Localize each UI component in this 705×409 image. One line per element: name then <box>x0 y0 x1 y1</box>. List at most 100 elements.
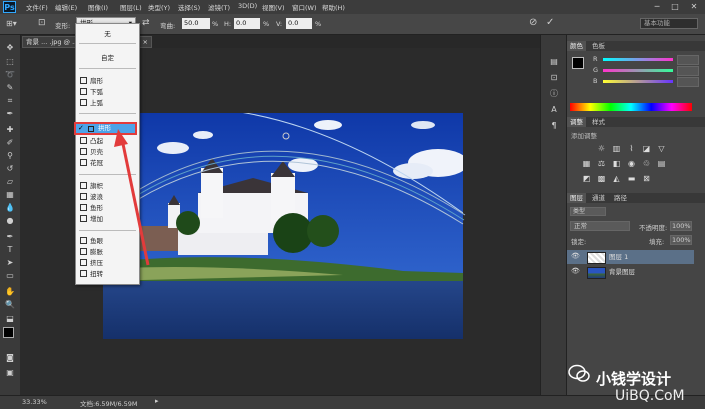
foreground-color-swatch[interactable] <box>3 327 14 338</box>
color-spectrum-ramp[interactable] <box>570 103 692 111</box>
posterize-icon[interactable]: ▩ <box>597 174 606 183</box>
eye-icon[interactable]: 👁 <box>571 267 580 276</box>
healing-tool-icon[interactable]: ✚ <box>4 125 16 135</box>
close-document-icon[interactable]: × <box>143 37 148 48</box>
menu-file[interactable]: 文件(F) <box>26 2 48 12</box>
menu-help[interactable]: 帮助(H) <box>322 2 345 12</box>
tool-preset-icon[interactable]: ⊞▾ <box>6 19 17 28</box>
color-foreground-swatch[interactable] <box>572 57 584 69</box>
dodge-tool-icon[interactable]: ● <box>4 216 16 226</box>
layer-row-background[interactable]: 👁 背景图层 <box>567 265 694 279</box>
menu-filter[interactable]: 滤镜(T) <box>208 2 230 12</box>
h-distortion-input[interactable]: 0.0 <box>234 18 260 29</box>
menu-view[interactable]: 视图(V) <box>262 2 285 12</box>
photo-filter-icon[interactable]: ◉ <box>627 159 636 168</box>
tab-layers[interactable]: 图层 <box>567 193 586 203</box>
status-menu-arrow-icon[interactable]: ▸ <box>155 397 159 405</box>
green-slider[interactable] <box>603 69 673 72</box>
menu-window[interactable]: 窗口(W) <box>292 2 317 12</box>
properties-panel-icon[interactable]: ⊡ <box>548 73 560 83</box>
eye-icon[interactable]: 👁 <box>571 252 580 261</box>
invert-icon[interactable]: ◩ <box>582 174 591 183</box>
menu-image[interactable]: 图像(I) <box>88 2 108 12</box>
character-panel-icon[interactable]: A <box>548 105 560 115</box>
menu-layer[interactable]: 图层(L) <box>120 2 142 12</box>
lasso-tool-icon[interactable]: ➰ <box>4 70 16 80</box>
history-panel-icon[interactable]: ▤ <box>548 57 560 67</box>
v-distortion-input[interactable]: 0.0 <box>286 18 312 29</box>
marquee-tool-icon[interactable]: ⬚ <box>4 57 16 67</box>
gradient-map-icon[interactable]: ▬ <box>627 174 636 183</box>
gradient-tool-icon[interactable]: ▦ <box>4 190 16 200</box>
exposure-icon[interactable]: ◪ <box>642 144 651 153</box>
black-white-icon[interactable]: ◧ <box>612 159 621 168</box>
green-value-input[interactable] <box>677 66 699 76</box>
paragraph-panel-icon[interactable]: ¶ <box>548 121 560 131</box>
move-tool-icon[interactable]: ✥ <box>4 43 16 53</box>
tab-paths[interactable]: 路径 <box>611 193 630 203</box>
menu-edit[interactable]: 编辑(E) <box>55 2 77 12</box>
zoom-tool-icon[interactable]: 🔍 <box>4 300 16 310</box>
h-percent: % <box>263 20 270 28</box>
tab-styles[interactable]: 样式 <box>589 117 608 127</box>
red-value-input[interactable] <box>677 55 699 65</box>
commit-transform-icon[interactable]: ✓ <box>546 17 554 28</box>
vibrance-icon[interactable]: ▽ <box>657 144 666 153</box>
fill-input[interactable]: 100% <box>670 235 692 245</box>
warp-option-arc-upper[interactable]: 上弧 <box>80 98 135 108</box>
warp-option-custom[interactable]: 自定 <box>80 53 135 63</box>
menu-select[interactable]: 选择(S) <box>178 2 200 12</box>
opacity-input[interactable]: 100% <box>670 221 692 231</box>
maximize-icon[interactable]: □ <box>669 2 681 12</box>
quick-select-tool-icon[interactable]: ✎ <box>4 83 16 93</box>
red-slider[interactable] <box>603 58 673 61</box>
hue-saturation-icon[interactable]: ▦ <box>582 159 591 168</box>
eraser-tool-icon[interactable]: ▱ <box>4 177 16 187</box>
channel-mixer-icon[interactable]: ♲ <box>642 159 651 168</box>
brush-tool-icon[interactable]: ✐ <box>4 138 16 148</box>
color-balance-icon[interactable]: ⚖ <box>597 159 606 168</box>
blur-tool-icon[interactable]: 💧 <box>4 203 16 213</box>
color-lookup-icon[interactable]: ▤ <box>657 159 666 168</box>
warp-mode-icon[interactable]: ⊡ <box>38 18 46 28</box>
change-orientation-icon[interactable]: ⇄ <box>142 18 150 28</box>
pen-tool-icon[interactable]: ✒ <box>4 232 16 242</box>
crop-tool-icon[interactable]: ⌗ <box>4 96 16 106</box>
warp-option-none[interactable]: 无 <box>80 29 135 39</box>
warp-option-arc[interactable]: 扇形 <box>80 76 135 86</box>
warp-option-arc-lower[interactable]: 下弧 <box>80 87 135 97</box>
screen-mode-icon[interactable]: ▣ <box>4 368 16 378</box>
path-select-icon[interactable]: ➤ <box>4 258 16 268</box>
blue-slider[interactable] <box>603 80 673 83</box>
tab-channels[interactable]: 通道 <box>589 193 608 203</box>
shape-tool-icon[interactable]: ▭ <box>4 271 16 281</box>
layer-filter-select[interactable]: 类型 <box>570 207 606 216</box>
menu-type[interactable]: 类型(Y) <box>148 2 170 12</box>
stamp-tool-icon[interactable]: ⚲ <box>4 151 16 161</box>
hand-tool-icon[interactable]: ✋ <box>4 287 16 297</box>
tab-swatches[interactable]: 色板 <box>589 41 608 51</box>
brightness-icon[interactable]: ☼ <box>597 144 606 153</box>
info-panel-icon[interactable]: ⓘ <box>548 89 560 99</box>
quick-mask-icon[interactable]: ◙ <box>4 353 16 363</box>
layer-row-layer1[interactable]: 👁 图层 1 <box>567 250 694 264</box>
default-colors-icon[interactable]: ⬓ <box>4 314 16 324</box>
tab-color[interactable]: 颜色 <box>567 41 586 51</box>
selective-color-icon[interactable]: ⊠ <box>642 174 651 183</box>
eyedropper-tool-icon[interactable]: ✒ <box>4 109 16 119</box>
minimize-icon[interactable]: ─ <box>651 2 663 12</box>
levels-icon[interactable]: ▥ <box>612 144 621 153</box>
close-icon[interactable]: ✕ <box>688 2 700 12</box>
blue-value-input[interactable] <box>677 77 699 87</box>
curves-icon[interactable]: ⌇ <box>627 144 636 153</box>
bend-input[interactable]: 50.0 <box>182 18 210 29</box>
blend-mode-select[interactable]: 正常 <box>570 221 630 231</box>
menu-3d[interactable]: 3D(D) <box>238 2 257 10</box>
tab-adjustments[interactable]: 调整 <box>567 117 586 127</box>
cancel-transform-icon[interactable]: ⊘ <box>529 17 537 28</box>
zoom-level[interactable]: 33.33% <box>22 398 47 406</box>
type-tool-icon[interactable]: T <box>4 245 16 255</box>
threshold-icon[interactable]: ◭ <box>612 174 621 183</box>
history-brush-icon[interactable]: ↺ <box>4 164 16 174</box>
workspace-select[interactable]: 基本功能 <box>640 18 698 29</box>
